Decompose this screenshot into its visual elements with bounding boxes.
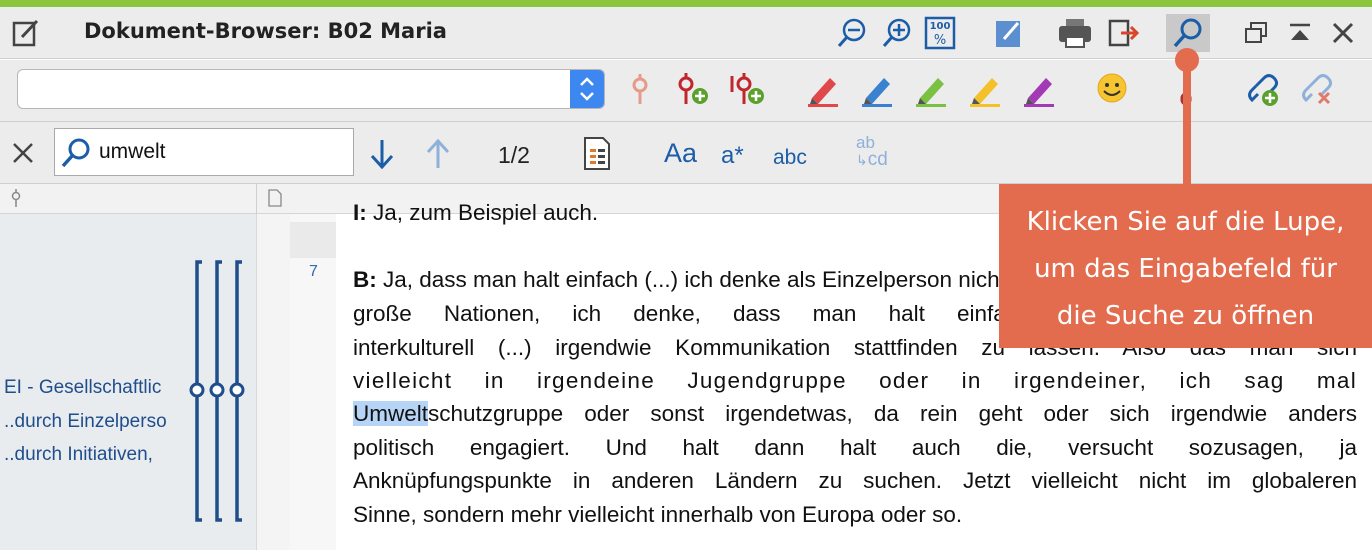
highlight-red-icon[interactable] — [806, 72, 842, 108]
zoom-in-icon[interactable] — [879, 15, 915, 51]
coding-stripes[interactable] — [188, 258, 252, 529]
print-icon[interactable] — [1057, 15, 1093, 51]
match-case-button[interactable]: Aa — [664, 138, 697, 169]
text-segment: Ja, zum Beispiel auch. — [366, 200, 599, 225]
next-result-icon[interactable] — [368, 136, 396, 177]
callout-line: Klicken Sie auf die Lupe, — [1026, 207, 1345, 237]
combo-dropdown-button[interactable] — [570, 70, 604, 108]
replace-arrow-icon: ↳ — [856, 152, 868, 168]
search-icon[interactable] — [1166, 14, 1210, 52]
callout-pointer — [1183, 60, 1191, 184]
wildcard-button[interactable]: a* — [721, 142, 744, 170]
whole-word-button[interactable]: abc — [773, 146, 807, 170]
search-field-icon — [59, 137, 93, 174]
results-list-icon[interactable] — [582, 136, 612, 177]
document-edit-icon — [10, 17, 42, 49]
callout-box: Klicken Sie auf die Lupe, um das Eingabe… — [999, 184, 1372, 348]
callout-dot — [1175, 48, 1199, 72]
callout-line: die Suche zu öffnen — [1056, 301, 1315, 331]
document-column-icon — [268, 189, 282, 212]
code-column-icon — [9, 189, 23, 212]
result-counter: 1/2 — [498, 142, 530, 168]
edit-mode-icon[interactable] — [990, 15, 1026, 51]
speaker-label: I: — [353, 200, 367, 225]
code-toolbar — [0, 60, 1372, 122]
code-icon[interactable] — [622, 72, 658, 108]
export-icon[interactable] — [1106, 15, 1142, 51]
search-bar: 1/2 Aa a* abc ab ↳cd — [0, 122, 1372, 184]
highlight-yellow-icon[interactable] — [968, 72, 1004, 108]
code-stripes-pane: EI - Gesellschaftlic ..durch Einzelperso… — [0, 214, 256, 550]
highlight-blue-icon[interactable] — [860, 72, 896, 108]
text-line: Anknüpfungspunkte in anderen Ländern zu … — [353, 468, 1357, 493]
column-divider[interactable] — [256, 184, 257, 214]
search-field[interactable] — [54, 128, 354, 176]
close-icon[interactable] — [1325, 15, 1361, 51]
paragraph-marker — [290, 222, 336, 258]
code-label[interactable]: ..durch Initiativen, — [4, 444, 184, 466]
code-label[interactable]: ..durch Einzelperso — [4, 411, 184, 433]
svg-text:100: 100 — [930, 21, 951, 32]
text-line: vielleicht in irgendeine Jugendgruppe od… — [353, 368, 1357, 393]
accent-bar — [0, 0, 1372, 7]
text-line: Sinne, sondern mehr vielleicht innerhalb… — [353, 502, 963, 527]
window-title: Dokument-Browser: B02 Maria — [84, 19, 447, 43]
highlight-purple-icon[interactable] — [1022, 72, 1058, 108]
text-segment: schutzgruppe oder sonst irgendetwas, da … — [428, 401, 1357, 426]
search-match-highlight: Umwelt — [353, 401, 429, 426]
zoom-out-icon[interactable] — [834, 15, 870, 51]
previous-result-icon[interactable] — [424, 136, 452, 177]
code-combobox[interactable] — [17, 69, 605, 109]
new-code-icon[interactable] — [672, 72, 708, 108]
text-line: Umweltschutzgruppe oder sonst irgendetwa… — [353, 397, 1357, 431]
replace-button[interactable]: ab ↳cd — [856, 134, 888, 169]
close-search-icon[interactable] — [10, 140, 36, 166]
speaker-label: B: — [353, 267, 377, 292]
replace-label-bottom: cd — [867, 149, 888, 170]
collapse-icon[interactable] — [1282, 15, 1318, 51]
emoticon-icon[interactable] — [1094, 72, 1130, 108]
zoom-100-icon[interactable]: 100% — [922, 15, 958, 51]
highlight-green-icon[interactable] — [914, 72, 950, 108]
title-bar: Dokument-Browser: B02 Maria 100% — [0, 7, 1372, 59]
in-vivo-code-icon[interactable] — [728, 72, 764, 108]
callout-line: um das Eingabefeld für — [1034, 254, 1337, 284]
search-input[interactable] — [99, 135, 344, 169]
remove-link-icon[interactable] — [1298, 72, 1334, 108]
window-restore-icon[interactable] — [1238, 15, 1274, 51]
code-label[interactable]: EI - Gesellschaftlic — [4, 377, 184, 399]
paragraph-number: 7 — [309, 263, 318, 280]
add-link-icon[interactable] — [1244, 72, 1280, 108]
pane-separator — [256, 214, 290, 550]
text-line: politisch engagiert. Und halt dann halt … — [353, 435, 1357, 460]
svg-text:%: % — [934, 33, 946, 48]
